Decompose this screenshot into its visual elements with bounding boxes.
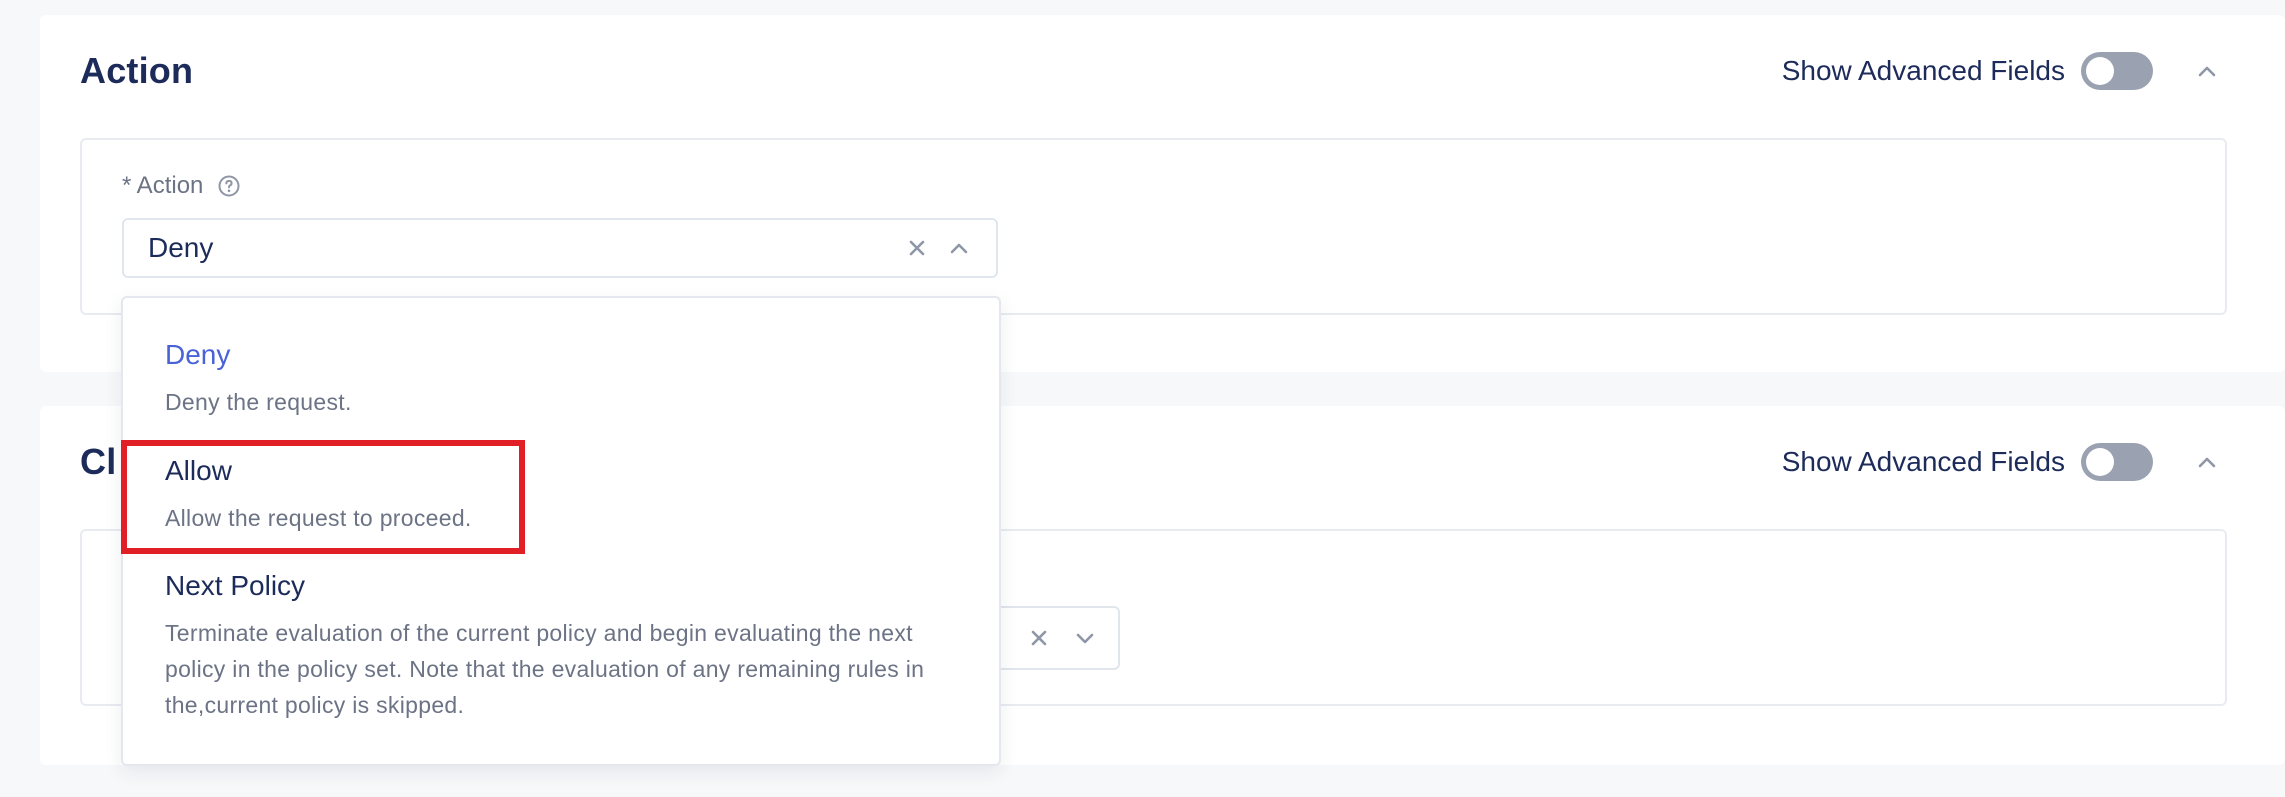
select-toggle-button[interactable] <box>1070 623 1100 653</box>
action-label-text: * Action <box>122 172 204 199</box>
advanced-fields-label: Show Advanced Fields <box>1781 446 2065 477</box>
select-toggle-button[interactable] <box>944 233 974 263</box>
chevron-down-icon <box>1076 633 1094 644</box>
option-title: Allow <box>165 455 232 486</box>
option-description: Allow the request to proceed. <box>165 505 472 531</box>
question-circle-icon[interactable] <box>217 174 241 198</box>
chevron-up-icon <box>2198 66 2216 77</box>
chevron-up-icon <box>950 243 968 254</box>
section-collapse-button[interactable] <box>2187 51 2227 91</box>
second-select[interactable] <box>980 606 1120 670</box>
advanced-fields-toggle[interactable] <box>2081 52 2153 90</box>
advanced-fields-label: Show Advanced Fields <box>1781 55 2065 86</box>
action-options-dropdown: Deny Deny the request. Allow Allow the r… <box>121 296 1001 766</box>
advanced-fields-toggle[interactable] <box>2081 443 2153 481</box>
clear-selection-button[interactable] <box>1024 623 1054 653</box>
option-title: Deny <box>165 339 231 370</box>
toggle-knob <box>2086 57 2114 85</box>
option-description: Terminate evaluation of the current poli… <box>165 620 925 718</box>
option-title: Next Policy <box>165 570 306 601</box>
section-title-action: Action <box>80 50 194 91</box>
option-allow[interactable]: Allow Allow the request to proceed. <box>165 454 963 536</box>
action-select[interactable]: Deny <box>122 218 998 278</box>
close-icon <box>909 240 925 256</box>
section-collapse-button[interactable] <box>2187 442 2227 482</box>
chevron-up-icon <box>2198 457 2216 468</box>
option-next-policy[interactable]: Next Policy Terminate evaluation of the … <box>165 569 963 723</box>
toggle-knob <box>2086 448 2114 476</box>
close-icon <box>1031 630 1047 646</box>
clear-selection-button[interactable] <box>902 233 932 263</box>
action-field-label: * Action <box>122 172 241 200</box>
option-description: Deny the request. <box>165 389 352 415</box>
option-deny[interactable]: Deny Deny the request. <box>165 338 963 420</box>
advanced-fields-control: Show Advanced Fields <box>1782 51 2227 91</box>
action-select-value: Deny <box>148 232 214 263</box>
advanced-fields-control: Show Advanced Fields <box>1782 442 2227 482</box>
